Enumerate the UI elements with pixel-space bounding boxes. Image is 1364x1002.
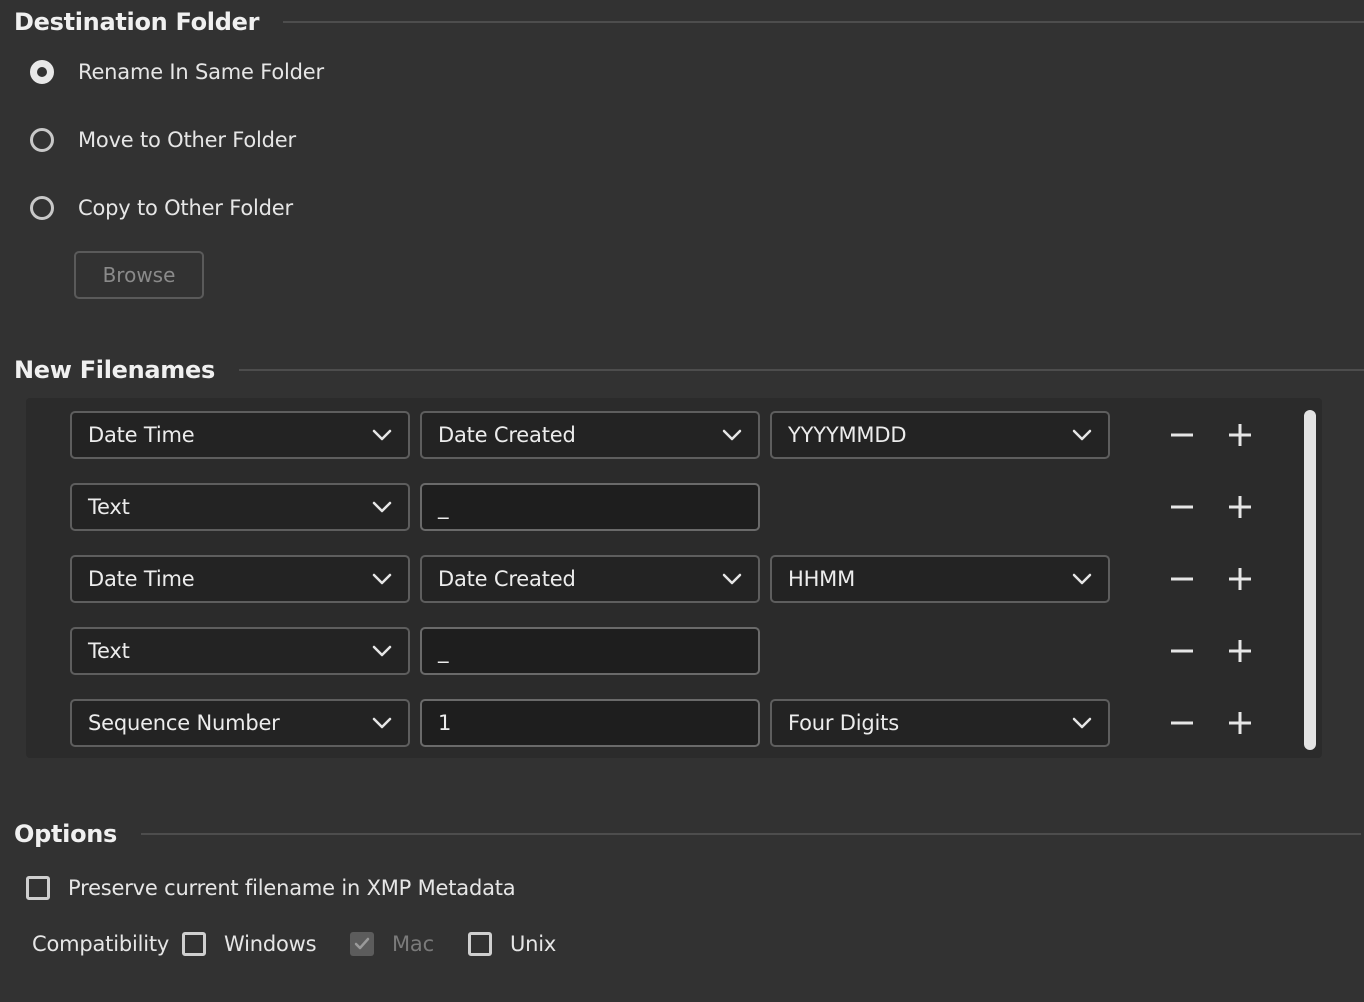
dropdown-value: Date Created (438, 567, 576, 591)
remove-rule-button[interactable] (1166, 635, 1198, 667)
text-input-value: 1 (438, 711, 452, 735)
section-divider (141, 833, 1362, 835)
dropdown-value: Date Created (438, 423, 576, 447)
compat-unix-option[interactable]: Unix (468, 926, 556, 962)
preserve-filename-checkbox[interactable] (26, 876, 50, 900)
section-divider (238, 369, 1364, 371)
options-header: Options (14, 816, 1362, 852)
minus-icon (1171, 649, 1193, 653)
mac-checkbox (350, 932, 374, 956)
dropdown-value: Text (88, 495, 130, 519)
chevron-down-icon (372, 717, 392, 729)
windows-checkbox[interactable] (182, 932, 206, 956)
new-filenames-header: New Filenames (14, 352, 1364, 388)
radio-rename-same-folder[interactable]: Rename In Same Folder (30, 52, 324, 92)
dropdown-value: Sequence Number (88, 711, 280, 735)
plus-icon (1229, 712, 1251, 734)
chevron-down-icon (722, 573, 742, 585)
chevron-down-icon (372, 501, 392, 513)
chevron-down-icon (1072, 717, 1092, 729)
minus-icon (1171, 577, 1193, 581)
rule-type-dropdown[interactable]: Text (70, 483, 410, 531)
add-rule-button[interactable] (1224, 563, 1256, 595)
text-input-value: _ (438, 495, 449, 519)
plus-icon (1229, 640, 1251, 662)
rule-type-dropdown[interactable]: Sequence Number (70, 699, 410, 747)
browse-button[interactable]: Browse (74, 251, 204, 299)
chevron-down-icon (1072, 429, 1092, 441)
destination-folder-title: Destination Folder (14, 8, 260, 36)
radio-button[interactable] (30, 128, 54, 152)
compat-windows-option[interactable]: Windows (182, 926, 317, 962)
add-rule-button[interactable] (1224, 635, 1256, 667)
remove-rule-button[interactable] (1166, 419, 1198, 451)
compat-mac-option: Mac (350, 926, 434, 962)
rename-rule-row: Text _ (70, 483, 1270, 531)
dropdown-value: HHMM (788, 567, 856, 591)
date-format-dropdown[interactable]: YYYYMMDD (770, 411, 1110, 459)
minus-icon (1171, 433, 1193, 437)
chevron-down-icon (722, 429, 742, 441)
radio-button-selected[interactable] (30, 60, 54, 84)
rule-type-dropdown[interactable]: Date Time (70, 411, 410, 459)
compatibility-label: Compatibility (32, 932, 170, 956)
checkmark-icon (354, 937, 370, 950)
text-input-value: _ (438, 639, 449, 663)
radio-copy-other-folder[interactable]: Copy to Other Folder (30, 188, 293, 228)
plus-icon (1229, 496, 1251, 518)
add-rule-button[interactable] (1224, 491, 1256, 523)
options-title: Options (14, 820, 118, 848)
rule-type-dropdown[interactable]: Text (70, 627, 410, 675)
chevron-down-icon (372, 429, 392, 441)
remove-rule-button[interactable] (1166, 707, 1198, 739)
checkbox-label: Preserve current filename in XMP Metadat… (68, 876, 516, 900)
rule-type-dropdown[interactable]: Date Time (70, 555, 410, 603)
date-format-dropdown[interactable]: HHMM (770, 555, 1110, 603)
add-rule-button[interactable] (1224, 707, 1256, 739)
dropdown-value: Four Digits (788, 711, 899, 735)
remove-rule-button[interactable] (1166, 491, 1198, 523)
chevron-down-icon (1072, 573, 1092, 585)
rename-rule-row: Date Time Date Created HHMM (70, 555, 1270, 603)
minus-icon (1171, 505, 1193, 509)
add-rule-button[interactable] (1224, 419, 1256, 451)
dropdown-value: Text (88, 639, 130, 663)
checkbox-label: Windows (224, 932, 317, 956)
sequence-start-input[interactable]: 1 (420, 699, 760, 747)
chevron-down-icon (372, 645, 392, 657)
new-filenames-title: New Filenames (14, 356, 215, 384)
rename-rule-row: Sequence Number 1 Four Digits (70, 699, 1270, 747)
batch-rename-dialog: Destination Folder Rename In Same Folder… (0, 0, 1364, 1002)
minus-icon (1171, 721, 1193, 725)
preserve-filename-option[interactable]: Preserve current filename in XMP Metadat… (26, 870, 516, 906)
radio-move-other-folder[interactable]: Move to Other Folder (30, 120, 296, 160)
plus-icon (1229, 568, 1251, 590)
chevron-down-icon (372, 573, 392, 585)
rules-scrollbar[interactable] (1304, 410, 1316, 750)
dropdown-value: YYYYMMDD (788, 423, 907, 447)
text-input[interactable]: _ (420, 483, 760, 531)
unix-checkbox[interactable] (468, 932, 492, 956)
section-divider (283, 21, 1364, 23)
rename-rules-panel: Date Time Date Created YYYYMMDD Text _ D… (26, 398, 1322, 758)
rename-rule-row: Text _ (70, 627, 1270, 675)
plus-icon (1229, 424, 1251, 446)
remove-rule-button[interactable] (1166, 563, 1198, 595)
date-source-dropdown[interactable]: Date Created (420, 411, 760, 459)
destination-folder-header: Destination Folder (14, 4, 1364, 40)
radio-label: Copy to Other Folder (78, 196, 293, 220)
radio-label: Move to Other Folder (78, 128, 296, 152)
digits-dropdown[interactable]: Four Digits (770, 699, 1110, 747)
text-input[interactable]: _ (420, 627, 760, 675)
rename-rule-row: Date Time Date Created YYYYMMDD (70, 411, 1270, 459)
radio-label: Rename In Same Folder (78, 60, 324, 84)
checkbox-label: Mac (392, 932, 434, 956)
dropdown-value: Date Time (88, 567, 195, 591)
radio-button[interactable] (30, 196, 54, 220)
dropdown-value: Date Time (88, 423, 195, 447)
date-source-dropdown[interactable]: Date Created (420, 555, 760, 603)
checkbox-label: Unix (510, 932, 557, 956)
